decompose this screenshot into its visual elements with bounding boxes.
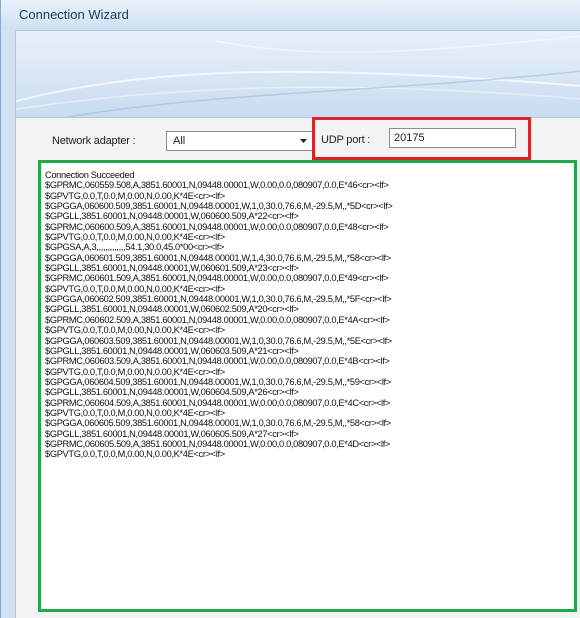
- log-line: $GPRMC,060605.509,A,3851.60001,N,09448.0…: [45, 438, 391, 449]
- log-line: $GPGLL,3851.60001,N,09448.00001,W,060605…: [45, 428, 299, 439]
- log-status-line: Connection Succeeded: [45, 170, 135, 180]
- udp-port-input[interactable]: 20175: [389, 128, 516, 148]
- log-line: $GPVTG,0.0,T,0.0,M,0.00,N,0.00,K*4E<cr><…: [45, 407, 225, 418]
- log-line: $GPVTG,0.0,T,0.0,M,0.00,N,0.00,K*4E<cr><…: [45, 366, 225, 377]
- udp-port-label: UDP port :: [321, 134, 371, 146]
- log-line: $GPVTG,0.0,T,0.0,M,0.00,N,0.00,K*4E<cr><…: [45, 283, 225, 294]
- log-line: $GPGLL,3851.60001,N,09448.00001,W,060601…: [45, 263, 299, 274]
- log-line: $GPGLL,3851.60001,N,09448.00001,W,060603…: [45, 345, 299, 356]
- log-line: $GPGGA,060600.509,3851.60001,N,09448.000…: [45, 201, 393, 212]
- log-line: $GPGGA,060605.509,3851.60001,N,09448.000…: [45, 418, 391, 429]
- udp-port-value: 20175: [394, 132, 425, 144]
- window-title: Connection Wizard: [19, 7, 129, 22]
- banner-swoosh-graphic: [16, 35, 580, 117]
- log-line: $GPVTG,0.0,T,0.0,M,0.00,N,0.00,K*4E<cr><…: [45, 232, 225, 243]
- chevron-down-icon: [300, 139, 307, 143]
- nmea-log-output[interactable]: Connection Succeeded $GPRMC,060559.508,A,…: [45, 170, 573, 460]
- log-line: $GPRMC,060600.509,A,3851.60001,N,09448.0…: [45, 221, 389, 232]
- log-line: $GPRMC,060601.509,A,3851.60001,N,09448.0…: [45, 273, 389, 284]
- connection-wizard-window: Connection Wizard Network adapter : All …: [0, 0, 580, 618]
- log-line: $GPGLL,3851.60001,N,09448.00001,W,060602…: [45, 304, 299, 315]
- network-adapter-label: Network adapter :: [52, 135, 136, 147]
- log-line: $GPRMC,060603.509,A,3851.60001,N,09448.0…: [45, 356, 390, 367]
- log-line: $GPRMC,060559.508,A,3851.60001,N,09448.0…: [45, 180, 389, 191]
- log-line: $GPVTG,0.0,T,0.0,M,0.00,N,0.00,K*4E<cr><…: [45, 190, 225, 201]
- title-bar: Connection Wizard: [1, 0, 580, 30]
- network-adapter-select[interactable]: All: [166, 131, 314, 151]
- log-line: $GPVTG,0.0,T,0.0,M,0.00,N,0.00,K*4E<cr><…: [45, 325, 225, 336]
- log-line: $GPVTG,0.0,T,0.0,M,0.00,N,0.00,K*4E<cr><…: [45, 449, 225, 460]
- log-line: $GPGGA,060604.509,3851.60001,N,09448.000…: [45, 376, 391, 387]
- log-line: $GPGGA,060603.509,3851.60001,N,09448.000…: [45, 335, 392, 346]
- log-line: $GPGLL,3851.60001,N,09448.00001,W,060604…: [45, 387, 299, 398]
- network-adapter-value: All: [173, 135, 186, 147]
- log-line: $GPGGA,060601.509,3851.60001,N,09448.000…: [45, 252, 391, 263]
- log-line: $GPGGA,060602.509,3851.60001,N,09448.000…: [45, 294, 392, 305]
- log-line: $GPGLL,3851.60001,N,09448.00001,W,060600…: [45, 211, 299, 222]
- wizard-banner: [15, 30, 580, 118]
- log-line: $GPRMC,060604.509,A,3851.60001,N,09448.0…: [45, 397, 391, 408]
- log-line: $GPGSA,A,3,,,,,,,,,,,,,54.1,30.0,45.0*00…: [45, 242, 225, 253]
- log-line: $GPRMC,060602.509,A,3851.60001,N,09448.0…: [45, 314, 390, 325]
